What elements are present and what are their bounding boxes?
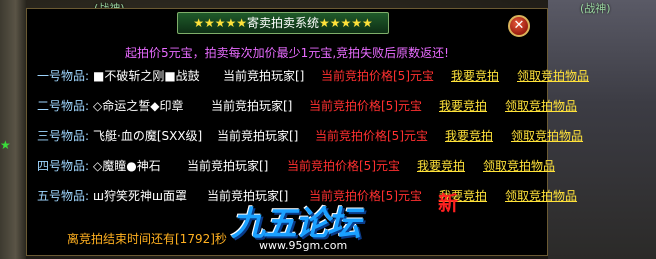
current-bidder: 当前竞拍玩家[] — [187, 159, 269, 173]
close-button[interactable]: ✕ — [508, 15, 530, 37]
item-name: ш狩笑死神ш面罩 — [93, 189, 187, 203]
item-slot-label: 五号物品: — [37, 189, 90, 203]
bid-button[interactable]: 我要竞拍 — [417, 157, 465, 174]
title-stars-left-icon: ★★★★★ — [193, 16, 247, 30]
side-star-icon: ★ — [0, 138, 11, 152]
claim-item-button[interactable]: 领取竞拍物品 — [483, 157, 555, 174]
item-name: ■不破斩之刚■战鼓 — [93, 69, 200, 83]
bid-button[interactable]: 我要竞拍 — [451, 67, 499, 84]
auction-countdown: 离竞拍结束时间还有[1792]秒 — [67, 232, 227, 246]
current-price: 当前竞拍价格[5]元宝 — [321, 69, 434, 83]
watermark-logo: 九五论坛 www.95gm.com 新 — [229, 191, 458, 256]
current-price: 当前竞拍价格[5]元宝 — [309, 99, 422, 113]
auction-dialog: ★★★★★寄卖拍卖系统★★★★★ ✕ 起拍价5元宝，拍卖每次加价最少1元宝,竞拍… — [26, 8, 589, 256]
close-icon: ✕ — [513, 18, 525, 33]
current-bidder: 当前竞拍玩家[] — [217, 129, 299, 143]
bid-button[interactable]: 我要竞拍 — [439, 97, 487, 114]
item-name: 飞艇·血の魔[SXX级] — [93, 129, 203, 143]
game-background-left — [0, 0, 26, 259]
item-slot-label: 三号物品: — [37, 129, 90, 143]
current-price: 当前竞拍价格[5]元宝 — [315, 129, 428, 143]
dialog-title-bar: ★★★★★寄卖拍卖系统★★★★★ — [177, 12, 389, 34]
auction-notice: 起拍价5元宝，拍卖每次加价最少1元宝,竞拍失败后原数返还! — [125, 46, 449, 60]
title-stars-right-icon: ★★★★★ — [319, 16, 373, 30]
claim-item-button[interactable]: 领取竞拍物品 — [505, 187, 577, 204]
watermark-url: www.95gm.com — [259, 239, 348, 252]
claim-item-button[interactable]: 领取竞拍物品 — [505, 97, 577, 114]
item-slot-label: 四号物品: — [37, 159, 90, 173]
item-name: ◇魔瞳●神石 — [93, 159, 161, 173]
bid-button[interactable]: 我要竞拍 — [445, 127, 493, 144]
watermark-name: 九五论坛 — [231, 204, 361, 244]
item-name: ◇命运之誓◆印章 — [93, 99, 184, 113]
item-slot-label: 一号物品: — [37, 69, 90, 83]
claim-item-button[interactable]: 领取竞拍物品 — [511, 127, 583, 144]
current-bidder: 当前竞拍玩家[] — [211, 99, 293, 113]
current-bidder: 当前竞拍玩家[] — [223, 69, 305, 83]
item-slot-label: 二号物品: — [37, 99, 90, 113]
watermark-seal: 新 — [438, 191, 458, 215]
dialog-title: 寄卖拍卖系统 — [246, 16, 319, 30]
claim-item-button[interactable]: 领取竞拍物品 — [517, 67, 589, 84]
background-player-tag-right: (战神) — [580, 2, 611, 15]
current-price: 当前竞拍价格[5]元宝 — [287, 159, 400, 173]
